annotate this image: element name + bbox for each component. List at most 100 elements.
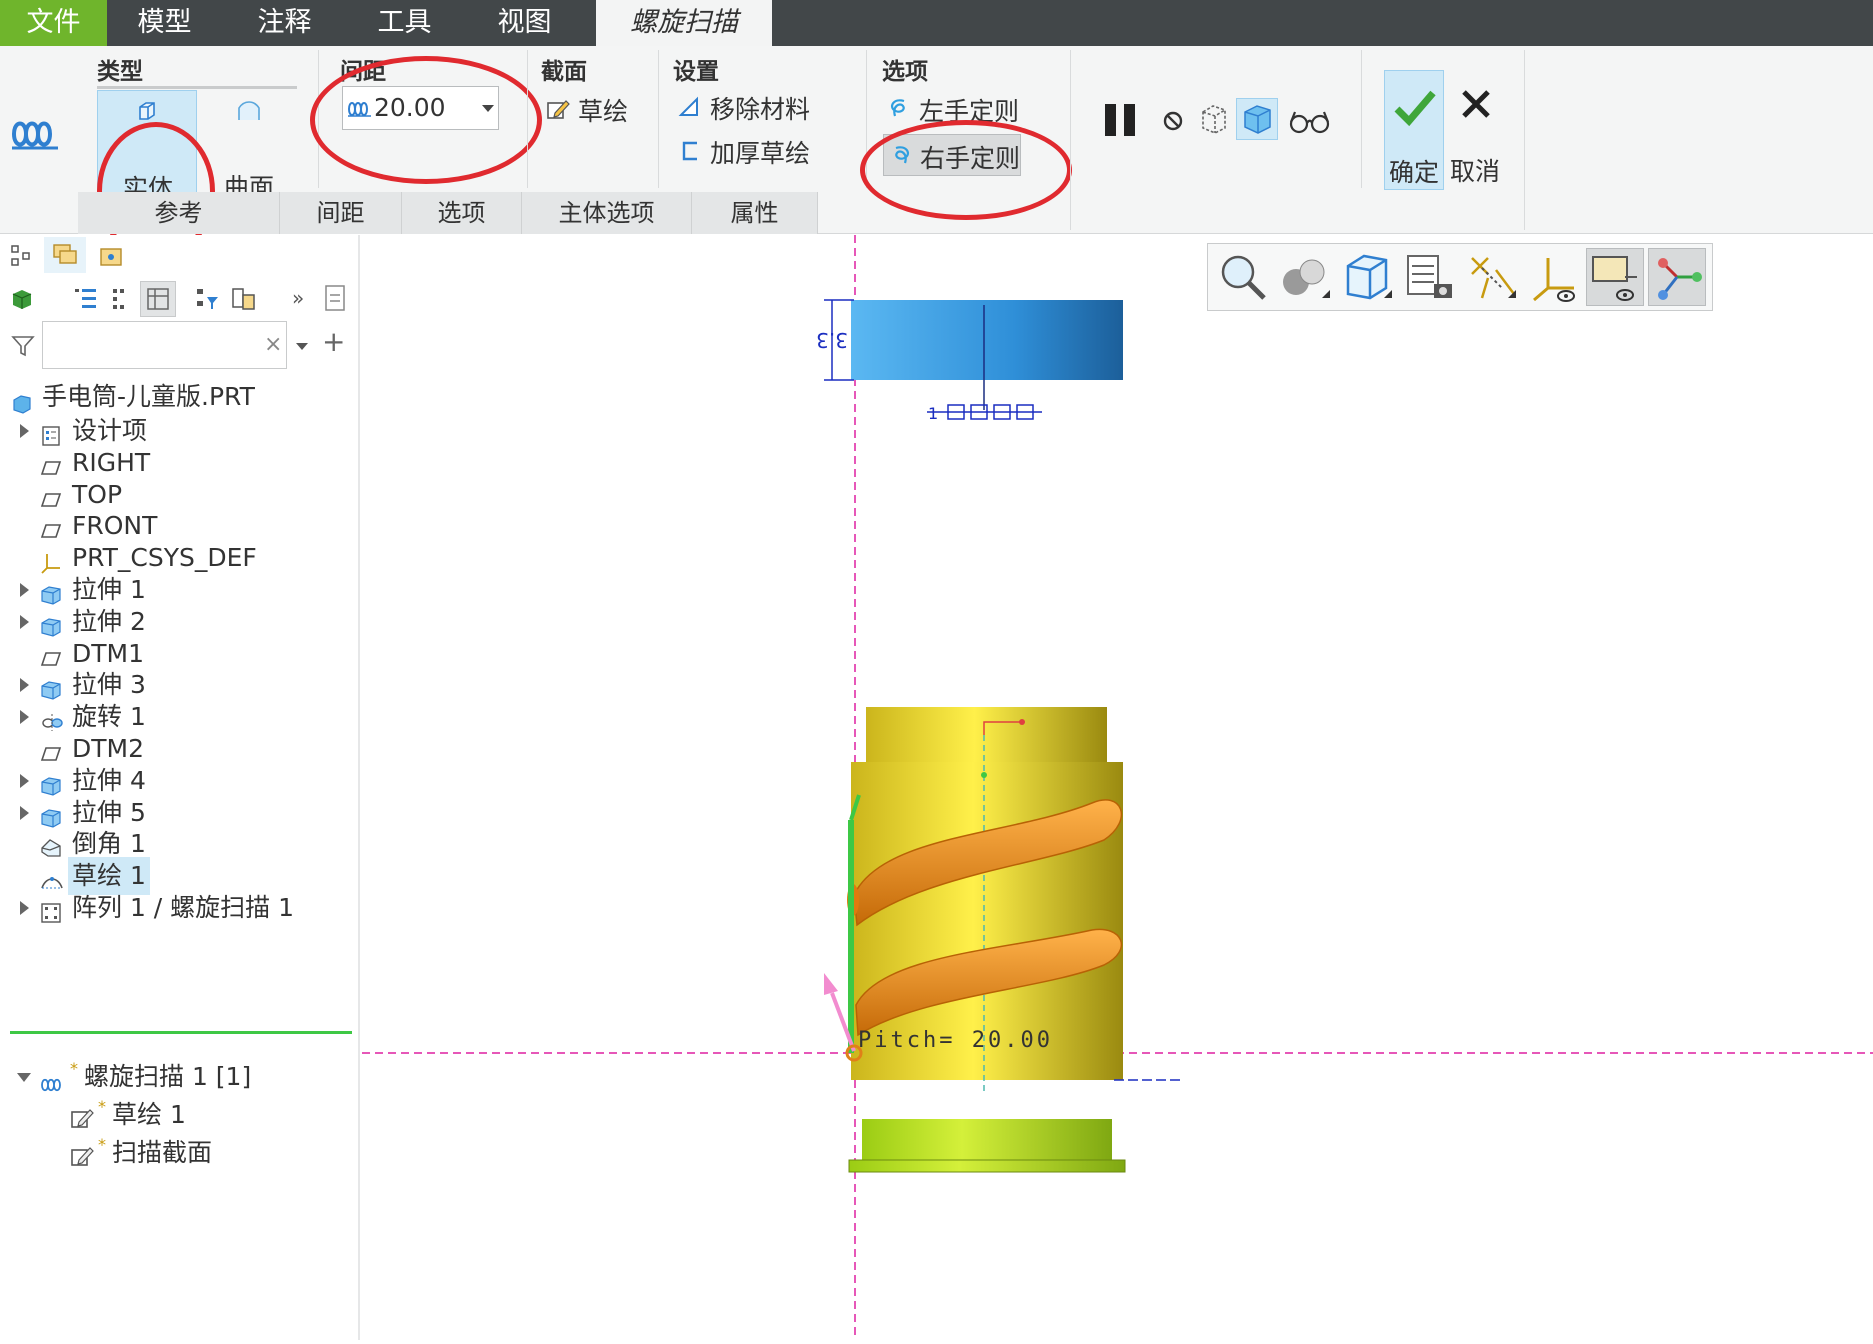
dashboard-tabs: 参考 间距 选项 主体选项 属性 [78,192,818,234]
solid-icon [136,101,158,121]
graphics-viewport[interactable]: 3.3 1 Pitch= 20.00 [362,235,1873,1340]
datum-display-icon[interactable] [1462,248,1520,306]
pause-button[interactable] [1102,102,1142,138]
sketch-label: 草绘 [578,97,629,126]
datum-plane-icon [40,643,64,666]
active-feature-row[interactable]: * 螺旋扫描 1 [1] [0,1058,340,1096]
tree-columns-icon[interactable] [140,281,176,317]
separator [1524,50,1525,230]
zoom-icon[interactable] [1214,248,1272,306]
graphics-toolbar [1207,243,1713,311]
expand-arrow-icon[interactable] [20,710,29,725]
tree-list-icon[interactable] [72,285,98,313]
no-preview-icon [1163,111,1183,131]
clear-search-icon[interactable]: × [264,333,282,357]
menu-annotate[interactable]: 注释 [222,0,347,46]
model-tree-tab-icon[interactable] [8,243,34,269]
annotation-ring-right-hand [860,120,1072,220]
chamfer-icon [40,833,64,858]
thicken-sketch-button[interactable]: 加厚草绘 [678,134,828,170]
search-dropdown-icon[interactable] [296,343,308,350]
csys-display-icon[interactable] [1524,248,1582,306]
tree-settings-icon[interactable] [230,285,258,313]
separator [658,50,659,188]
glasses-icon [1289,111,1330,134]
filter-funnel-icon[interactable] [10,333,36,359]
expand-arrow-icon[interactable] [20,773,29,788]
tab-options[interactable]: 选项 [402,192,522,234]
expand-arrow-icon[interactable] [20,805,29,820]
verify-mode-button[interactable] [1288,106,1332,136]
close-icon [1460,88,1492,120]
tree-filter-icon[interactable] [194,285,220,313]
tab-references[interactable]: 参考 [78,192,280,234]
section-group-title: 截面 [541,59,587,85]
model-tree-panel: » × + 手电筒-儿童版.PRT 设计项 RIGHT TOP FRONT PRT_CS… [0,235,360,1340]
preview-geometry-button[interactable] [1198,102,1230,136]
display-style-icon[interactable] [1276,248,1334,306]
tree-item[interactable]: 阵列 1 / 螺旋扫描 1 [0,889,340,927]
tree-root[interactable]: 手电筒-儿童版.PRT [0,378,340,416]
csys-icon [40,547,64,574]
sketch-edit-icon [546,98,570,122]
no-preview-button[interactable] [1160,108,1186,134]
surface-button[interactable]: 曲面 [200,90,295,202]
more-chevron-icon[interactable]: » [292,285,312,311]
expand-arrow-icon[interactable] [20,614,29,629]
settings-group-title: 设置 [673,59,719,85]
model-graphics[interactable]: 3.3 1 Pitch= 20.00 [362,235,1873,1340]
menu-helical-sweep[interactable]: 螺旋扫描 [596,0,772,46]
favorites-tab-icon[interactable] [98,243,124,269]
separator [1070,50,1071,230]
type-group-title: 类型 [97,59,143,85]
preview-feature-icon [1244,105,1271,134]
separator [527,50,528,188]
preview-feature-button[interactable] [1236,98,1278,140]
insert-here-indicator[interactable] [10,1031,352,1034]
part-cube-icon[interactable] [10,287,34,311]
dimension-label: 3.3 [816,328,848,352]
head-solid [866,707,1107,764]
confirm-label: 确定 [1389,158,1440,187]
active-feature-child[interactable]: * 扫描截面 [0,1134,340,1172]
pause-icon [1105,104,1135,136]
tree-filter-list-icon[interactable] [110,285,130,313]
revolve-icon [40,706,64,732]
menu-model[interactable]: 模型 [107,0,222,46]
tab-properties[interactable]: 属性 [692,192,818,234]
menu-tools[interactable]: 工具 [347,0,462,46]
confirm-button[interactable]: 确定 [1384,70,1444,190]
collapse-arrow-icon[interactable] [17,1073,31,1082]
annotation-display-icon[interactable] [1586,248,1644,306]
menu-file[interactable]: 文件 [0,0,107,46]
remove-material-button[interactable]: 移除材料 [678,90,828,126]
tab-body-options[interactable]: 主体选项 [522,192,692,234]
expand-arrow-icon[interactable] [20,424,29,438]
add-filter-icon[interactable]: + [322,328,346,356]
menu-view[interactable]: 视图 [462,0,587,46]
cancel-button[interactable]: 取消 [1446,70,1506,190]
cap-solid [851,300,1123,380]
thicken-sketch-label: 加厚草绘 [710,139,811,168]
view-manager-icon[interactable] [1400,248,1458,306]
spin-center-icon[interactable] [1648,248,1706,306]
new-feature-star-icon: * [98,1135,106,1154]
show-details-icon[interactable] [322,283,348,313]
left-hand-helix-icon [886,96,912,122]
expand-arrow-icon[interactable] [20,678,29,693]
extrude-icon [40,802,64,828]
layer-tab-icon[interactable] [44,237,86,273]
remove-material-icon [678,96,700,118]
sketch-button[interactable]: 草绘 [546,92,646,128]
sketch-edit-icon [70,1104,94,1128]
helical-sweep-tree-icon [40,1068,66,1092]
saved-orientations-icon[interactable] [1338,248,1396,306]
expand-arrow-icon[interactable] [20,901,29,915]
datum-plane-icon [40,738,64,761]
active-feature-child[interactable]: * 草绘 1 [0,1096,340,1134]
datum-plane-icon [40,452,64,475]
expand-arrow-icon[interactable] [20,583,29,597]
thicken-sketch-icon [680,140,700,162]
tab-pitch[interactable]: 间距 [280,192,402,234]
tree-search-input[interactable] [42,321,287,369]
